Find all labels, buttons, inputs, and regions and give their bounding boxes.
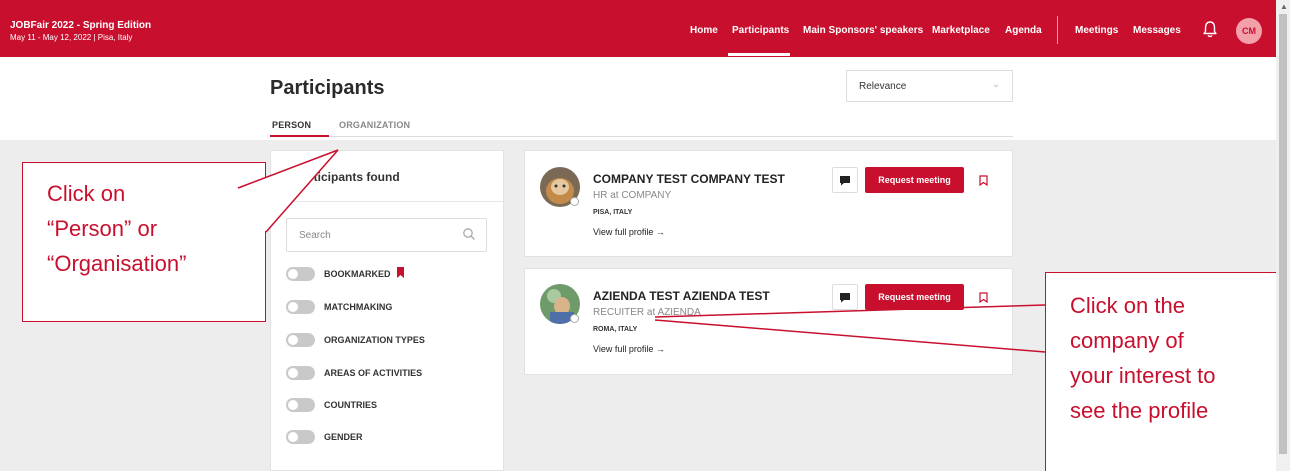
nav-meetings[interactable]: Meetings — [1075, 25, 1118, 36]
participant-location: ROMA, ITALY — [593, 326, 638, 333]
bell-icon[interactable] — [1202, 20, 1218, 38]
toggle-areas-of-activities[interactable] — [286, 366, 315, 380]
filter-label-matchmaking: MATCHMAKING — [324, 302, 393, 312]
filter-label-areas-of-activities: AREAS OF ACTIVITIES — [324, 368, 423, 378]
view-full-profile-link[interactable]: View full profile → — [593, 227, 665, 237]
request-meeting-button[interactable]: Request meeting — [865, 167, 964, 193]
nav-marketplace[interactable]: Marketplace — [932, 25, 990, 36]
filter-label-organization-types: ORGANIZATION TYPES — [324, 335, 425, 345]
page-title: Participants — [270, 77, 385, 99]
bookmark-icon[interactable] — [979, 175, 988, 186]
toggle-organization-types[interactable] — [286, 333, 315, 347]
search-icon — [463, 228, 475, 240]
search-input[interactable]: Search — [286, 218, 487, 252]
filter-label-gender: GENDER — [324, 432, 363, 442]
nav-messages[interactable]: Messages — [1133, 25, 1181, 36]
request-meeting-button[interactable]: Request meeting — [865, 284, 964, 310]
page-header — [0, 57, 1276, 140]
event-title[interactable]: JOBFair 2022 - Spring Edition — [10, 20, 151, 31]
sort-select-value: Relevance — [859, 81, 907, 92]
nav-separator — [1057, 16, 1058, 44]
message-button[interactable] — [832, 284, 858, 310]
annotation-line: your interest to — [1070, 363, 1216, 388]
annotation-callout-company: Click on the company of your interest to… — [1045, 272, 1276, 471]
nav-agenda[interactable]: Agenda — [1005, 25, 1042, 36]
participant-role: HR at COMPANY — [593, 190, 672, 201]
scroll-up-arrow-icon[interactable]: ▲ — [1280, 2, 1288, 11]
tabs-divider — [270, 136, 1013, 137]
tab-organization[interactable]: ORGANIZATION — [339, 120, 410, 130]
annotation-line: Click on the — [1070, 293, 1185, 318]
tab-person[interactable]: PERSON — [272, 120, 311, 130]
bookmark-icon — [397, 267, 404, 278]
bookmark-icon[interactable] — [979, 292, 988, 303]
results-count: 2 participants found — [285, 170, 400, 184]
participant-role[interactable]: RECUITER at AZIENDA — [593, 307, 701, 318]
top-navigation-bar: JOBFair 2022 - Spring Edition May 11 - M… — [0, 0, 1276, 57]
nav-active-indicator — [728, 53, 790, 56]
participant-name[interactable]: AZIENDA TEST AZIENDA TEST — [593, 289, 770, 303]
annotation-callout-tabs: Click on “Person” or “Organisation” — [22, 162, 266, 322]
filter-divider — [271, 201, 503, 202]
message-button[interactable] — [832, 167, 858, 193]
annotation-line: “Person” or — [47, 216, 158, 241]
participant-location: PISA, ITALY — [593, 209, 633, 216]
active-tab-indicator — [270, 135, 329, 137]
toggle-gender[interactable] — [286, 430, 315, 444]
status-indicator — [570, 197, 579, 206]
nav-home[interactable]: Home — [690, 25, 718, 36]
chevron-down-icon: ⌄ — [991, 79, 1000, 90]
nav-main-sponsors-speakers[interactable]: Main Sponsors' speakers — [803, 25, 923, 36]
scrollbar-thumb[interactable] — [1279, 14, 1287, 454]
filter-label-bookmarked: BOOKMARKED — [324, 269, 391, 279]
nav-participants[interactable]: Participants — [732, 25, 789, 36]
annotation-line: “Organisation” — [47, 251, 187, 276]
view-full-profile-link[interactable]: View full profile → — [593, 344, 665, 354]
status-indicator — [570, 314, 579, 323]
sort-select[interactable]: Relevance ⌄ — [846, 70, 1013, 102]
toggle-countries[interactable] — [286, 398, 315, 412]
event-dates-location: May 11 - May 12, 2022 | Pisa, Italy — [10, 33, 133, 42]
annotation-line: see the profile — [1070, 398, 1209, 423]
annotation-line: company of — [1070, 328, 1184, 353]
toggle-matchmaking[interactable] — [286, 300, 315, 314]
toggle-bookmarked[interactable] — [286, 267, 315, 281]
search-placeholder: Search — [299, 230, 331, 241]
chat-bubble-icon — [840, 293, 850, 303]
annotation-line: Click on — [47, 181, 126, 206]
filter-label-countries: COUNTRIES — [324, 400, 378, 410]
user-avatar[interactable]: CM — [1236, 18, 1262, 44]
participant-name[interactable]: COMPANY TEST COMPANY TEST — [593, 172, 785, 186]
chat-bubble-icon — [840, 176, 850, 186]
